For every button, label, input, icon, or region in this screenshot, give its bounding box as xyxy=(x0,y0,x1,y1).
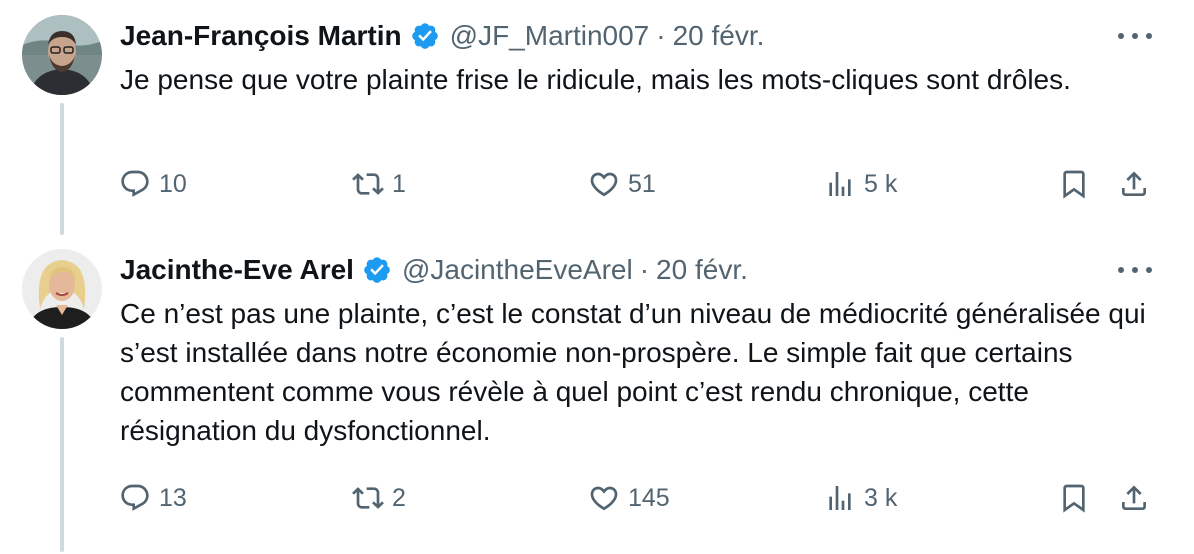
views-button[interactable]: 3 k xyxy=(824,478,897,518)
like-icon xyxy=(588,168,620,200)
views-count: 5 k xyxy=(864,169,898,198)
like-icon xyxy=(588,482,620,514)
reply-count: 13 xyxy=(159,483,187,512)
views-icon xyxy=(824,168,856,200)
reply-button[interactable]: 10 xyxy=(119,164,187,204)
tweet-header: Jacinthe-Eve Arel @JacintheEveArel · 20 … xyxy=(120,252,748,288)
action-bar: 10 1 51 5 k xyxy=(0,164,1194,204)
retweet-icon xyxy=(352,168,384,200)
author-name[interactable]: Jacinthe-Eve Arel xyxy=(120,252,354,288)
separator: · xyxy=(639,254,650,285)
verified-badge-icon xyxy=(362,255,392,285)
retweet-count: 1 xyxy=(392,169,406,198)
retweet-button[interactable]: 2 xyxy=(352,478,406,518)
reply-count: 10 xyxy=(159,169,187,198)
like-count: 51 xyxy=(628,169,656,198)
avatar[interactable] xyxy=(22,249,102,329)
like-button[interactable]: 145 xyxy=(588,478,670,518)
avatar[interactable] xyxy=(22,15,102,95)
tweet-header: Jean-François Martin @JF_Martin007 · 20 … xyxy=(120,18,764,54)
bookmark-button[interactable] xyxy=(1058,478,1090,518)
views-icon xyxy=(824,482,856,514)
reply-icon xyxy=(119,168,151,200)
retweet-button[interactable]: 1 xyxy=(352,164,406,204)
separator: · xyxy=(656,20,666,51)
views-count: 3 k xyxy=(864,483,898,512)
thread-line xyxy=(60,337,64,552)
action-bar: 13 2 145 3 k xyxy=(0,478,1194,518)
tweet-text: Je pense que votre plainte frise le ridi… xyxy=(120,64,1071,95)
bookmark-icon xyxy=(1058,482,1090,514)
more-icon[interactable] xyxy=(1118,22,1152,50)
author-handle[interactable]: @JF_Martin007 xyxy=(450,18,650,54)
tweet-date[interactable]: 20 févr. xyxy=(656,252,748,288)
retweet-count: 2 xyxy=(392,483,406,512)
author-name[interactable]: Jean-François Martin xyxy=(120,18,402,54)
bookmark-icon xyxy=(1058,168,1090,200)
tweet-text: Ce n’est pas une plainte, c’est le const… xyxy=(120,298,1146,446)
tweet[interactable]: Jean-François Martin @JF_Martin007 · 20 … xyxy=(0,0,1194,235)
reply-icon xyxy=(119,482,151,514)
author-handle[interactable]: @JacintheEveArel xyxy=(402,252,633,288)
share-icon xyxy=(1118,168,1150,200)
share-button[interactable] xyxy=(1118,164,1150,204)
share-icon xyxy=(1118,482,1150,514)
tweet[interactable]: Jacinthe-Eve Arel @JacintheEveArel · 20 … xyxy=(0,234,1194,554)
share-button[interactable] xyxy=(1118,478,1150,518)
like-button[interactable]: 51 xyxy=(588,164,656,204)
reply-button[interactable]: 13 xyxy=(119,478,187,518)
tweet-date[interactable]: 20 févr. xyxy=(673,18,765,54)
verified-badge-icon xyxy=(410,21,440,51)
views-button[interactable]: 5 k xyxy=(824,164,897,204)
retweet-icon xyxy=(352,482,384,514)
bookmark-button[interactable] xyxy=(1058,164,1090,204)
like-count: 145 xyxy=(628,483,670,512)
more-icon[interactable] xyxy=(1118,256,1152,284)
